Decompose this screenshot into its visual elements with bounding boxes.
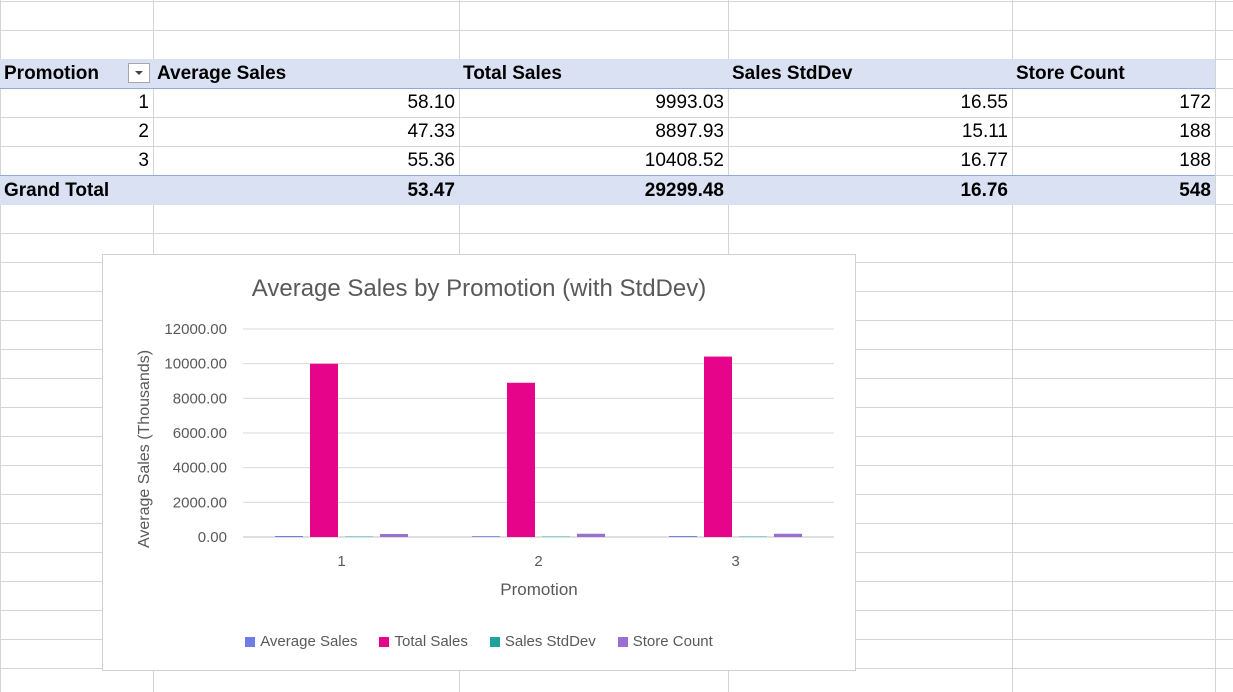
pivot-header-store-count[interactable]: Store Count <box>1012 59 1215 88</box>
dropdown-arrow-icon <box>135 71 143 75</box>
cell-total-sales[interactable]: 9993.03 <box>459 88 728 117</box>
cell-promotion[interactable]: 3 <box>0 146 153 175</box>
pivot-header-sales-stddev[interactable]: Sales StdDev <box>728 59 1012 88</box>
grid-column-line <box>1215 0 1216 692</box>
grand-total-label[interactable]: Grand Total <box>0 176 153 205</box>
bar-total-sales <box>704 356 732 537</box>
pivot-header-average-sales[interactable]: Average Sales <box>153 59 459 88</box>
grand-total-average-sales[interactable]: 53.47 <box>153 176 459 205</box>
y-tick-label: 8000.00 <box>173 390 227 407</box>
chart-legend: Average Sales Total Sales Sales StdDev Stor… <box>103 633 855 650</box>
legend-swatch <box>245 636 256 647</box>
pivot-header-total-sales[interactable]: Total Sales <box>459 59 728 88</box>
bar-chart: Average Sales by Promotion (with StdDev)… <box>136 275 834 599</box>
legend-item: Average Sales <box>245 633 357 650</box>
y-tick-label: 12000.00 <box>164 321 227 338</box>
cell-total-sales[interactable]: 8897.93 <box>459 117 728 146</box>
legend-item: Store Count <box>617 633 713 650</box>
bar-store-count <box>774 533 802 537</box>
y-tick-label: 10000.00 <box>164 356 227 373</box>
y-tick-label: 6000.00 <box>173 425 227 442</box>
x-tick-label: 1 <box>337 553 345 570</box>
cell-total-sales[interactable]: 10408.52 <box>459 146 728 175</box>
bar-store-count <box>380 534 408 537</box>
legend-swatch <box>379 636 390 647</box>
bar-store-count <box>577 533 605 537</box>
pivot-header-row: Promotion Average Sales Total Sales Sale… <box>0 59 1215 89</box>
grand-total-store-count[interactable]: 548 <box>1012 176 1215 205</box>
cell-average-sales[interactable]: 55.36 <box>153 146 459 175</box>
cell-store-count[interactable]: 172 <box>1012 88 1215 117</box>
bar-sales-stddev <box>542 536 570 537</box>
bar-total-sales <box>310 363 338 537</box>
bar-average-sales <box>275 535 303 537</box>
x-tick-label: 2 <box>534 553 542 570</box>
y-tick-label: 2000.00 <box>173 494 227 511</box>
grand-total-total-sales[interactable]: 29299.48 <box>459 176 728 205</box>
bar-average-sales <box>472 536 500 537</box>
pivot-grand-total-row: Grand Total 53.47 29299.48 16.76 548 <box>0 175 1215 205</box>
cell-sales-stddev[interactable]: 16.77 <box>728 146 1012 175</box>
chart-title: Average Sales by Promotion (with StdDev) <box>252 275 706 302</box>
bar-average-sales <box>669 536 697 537</box>
chart-area[interactable]: Average Sales by Promotion (with StdDev)… <box>102 254 856 671</box>
legend-label: Store Count <box>632 633 713 650</box>
grid-row-line <box>0 1 1233 2</box>
x-axis-label: Promotion <box>500 580 577 599</box>
legend-label: Sales StdDev <box>504 633 596 650</box>
legend-label: Average Sales <box>260 633 358 650</box>
promotion-filter-button[interactable] <box>128 63 150 83</box>
pivot-row: 1 58.10 9993.03 16.55 172 <box>0 88 1215 117</box>
legend-label: Total Sales <box>394 633 468 650</box>
cell-sales-stddev[interactable]: 15.11 <box>728 117 1012 146</box>
cell-promotion[interactable]: 2 <box>0 117 153 146</box>
y-tick-label: 4000.00 <box>173 460 227 477</box>
bar-total-sales <box>507 382 535 537</box>
legend-item: Total Sales <box>379 633 468 650</box>
cell-average-sales[interactable]: 47.33 <box>153 117 459 146</box>
cell-average-sales[interactable]: 58.10 <box>153 88 459 117</box>
legend-swatch <box>617 636 628 647</box>
pivot-row: 2 47.33 8897.93 15.11 188 <box>0 117 1215 146</box>
x-tick-label: 3 <box>731 553 739 570</box>
pivot-row: 3 55.36 10408.52 16.77 188 <box>0 146 1215 175</box>
cell-sales-stddev[interactable]: 16.55 <box>728 88 1012 117</box>
cell-store-count[interactable]: 188 <box>1012 146 1215 175</box>
grand-total-sales-stddev[interactable]: 16.76 <box>728 176 1012 205</box>
y-axis-label: Average Sales (Thousands) <box>136 350 153 548</box>
y-tick-label: 0.00 <box>198 529 227 546</box>
grid-row-line <box>0 30 1233 31</box>
cell-promotion[interactable]: 1 <box>0 88 153 117</box>
grid-row-line <box>0 233 1233 234</box>
legend-item: Sales StdDev <box>489 633 596 650</box>
bar-sales-stddev <box>739 536 767 537</box>
bar-sales-stddev <box>345 536 373 537</box>
cell-store-count[interactable]: 188 <box>1012 117 1215 146</box>
legend-swatch <box>489 636 500 647</box>
